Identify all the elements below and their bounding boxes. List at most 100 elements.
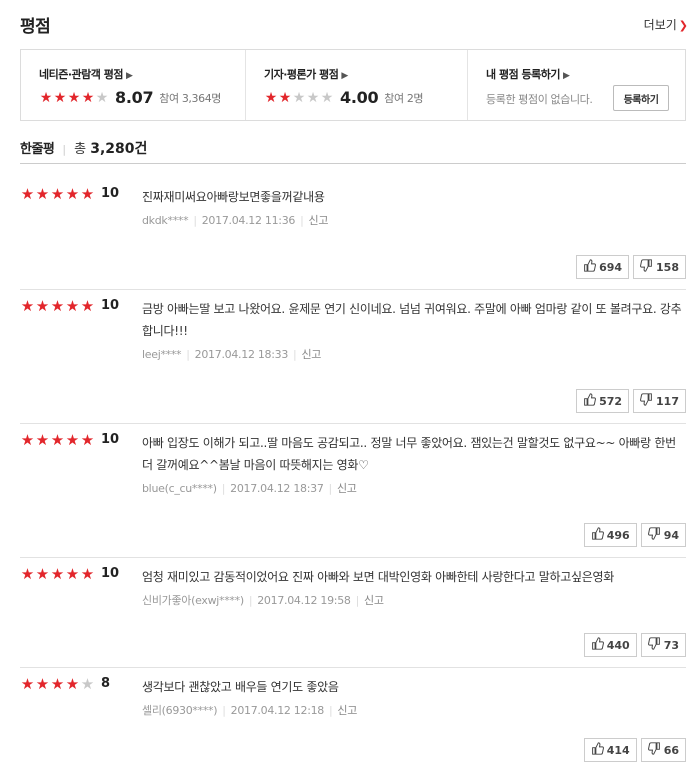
star-filled-icon: ★	[65, 430, 80, 449]
review-text: 아빠 입장도 이해가 되고..딸 마음도 공감되고.. 정말 너무 좋았어요. …	[142, 436, 676, 472]
thumbs-up-icon	[583, 393, 597, 409]
star-filled-icon: ★	[50, 184, 65, 203]
dislike-button[interactable]: 73	[640, 633, 686, 657]
dislike-count: 66	[663, 743, 679, 757]
review-author: 신비가좋아(exwj****)	[142, 594, 244, 607]
star-filled-icon: ★	[264, 89, 278, 106]
chevron-right-icon: ▶	[563, 71, 570, 81]
review-star-rating: ★ ★ ★ ★ ★ 10	[20, 298, 119, 313]
divider: |	[248, 594, 253, 607]
review-date: 2017.04.12 18:33	[194, 348, 289, 361]
star-empty-icon: ★	[306, 89, 320, 106]
dislike-button[interactable]: 158	[633, 255, 686, 279]
like-button[interactable]: 572	[576, 389, 630, 413]
register-rating-button[interactable]: 등록하기	[613, 85, 669, 111]
star-filled-icon: ★	[67, 89, 81, 106]
comment-count: 3,280건	[90, 141, 148, 157]
comment-count-bar: 한줄평 | 총 3,280건	[20, 138, 686, 164]
star-filled-icon: ★	[35, 674, 50, 693]
star-filled-icon: ★	[35, 564, 50, 583]
netizen-participants: 참여 3,364명	[159, 91, 222, 105]
like-button[interactable]: 496	[583, 523, 637, 547]
review-item: ★ ★ ★ ★ ★ 10 진짜재미써요아빠랑보면좋을꺼같내용 dkdk**** | 2017.04…	[20, 178, 686, 290]
star-filled-icon: ★	[80, 184, 95, 203]
review-score: 10	[101, 566, 120, 581]
thumbs-down-icon	[640, 393, 653, 409]
netizen-rating-title[interactable]: 네티즌·관람객 평점 ▶	[39, 66, 245, 82]
chevron-right-icon: ▶	[341, 71, 348, 81]
star-filled-icon: ★	[53, 89, 67, 106]
thumbs-down-icon	[647, 637, 661, 653]
review-meta: leej**** | 2017.04.12 18:33 | 신고	[142, 346, 686, 362]
star-filled-icon: ★	[50, 564, 65, 583]
dislike-count: 94	[663, 528, 679, 542]
review-date: 2017.04.12 19:58	[257, 594, 351, 607]
review-date: 2017.04.12 12:18	[230, 704, 325, 717]
star-filled-icon: ★	[35, 430, 50, 449]
star-empty-icon: ★	[95, 89, 109, 106]
dislike-button[interactable]: 117	[633, 389, 686, 413]
divider: |	[221, 482, 226, 495]
netizen-rating-label: 네티즌·관람객 평점	[39, 68, 123, 81]
review-score: 10	[101, 432, 120, 447]
review-star-rating: ★ ★ ★ ★ ★ 10	[20, 432, 119, 447]
review-score: 8	[101, 676, 111, 691]
like-button[interactable]: 440	[583, 633, 637, 657]
like-count: 440	[606, 638, 630, 652]
divider: |	[222, 704, 226, 717]
star-rating: ★ ★ ★ ★ ★	[264, 91, 334, 105]
divider: |	[328, 482, 333, 495]
like-button[interactable]: 694	[576, 255, 630, 279]
report-link[interactable]: 신고	[301, 348, 321, 361]
divider: |	[329, 704, 333, 717]
review-meta: 셀리(6930****) | 2017.04.12 12:18 | 신고	[142, 702, 686, 718]
star-filled-icon: ★	[39, 89, 53, 106]
star-filled-icon: ★	[278, 89, 292, 106]
review-text: 진짜재미써요아빠랑보면좋을꺼같내용	[142, 190, 325, 204]
dislike-count: 73	[663, 638, 679, 652]
critic-participants: 참여 2명	[384, 91, 424, 105]
critic-rating: 기자·평론가 평점 ▶ ★ ★ ★ ★ ★ 4.00 참여 2명	[245, 50, 467, 120]
divider: |	[186, 348, 190, 361]
review-date: 2017.04.12 11:36	[201, 214, 296, 227]
like-count: 414	[606, 743, 630, 757]
report-link[interactable]: 신고	[337, 482, 357, 495]
critic-rating-title[interactable]: 기자·평론가 평점 ▶	[264, 66, 467, 82]
dislike-count: 158	[656, 260, 679, 274]
report-link[interactable]: 신고	[364, 594, 384, 607]
star-empty-icon: ★	[320, 89, 334, 106]
comments-label: 한줄평	[20, 142, 55, 157]
star-filled-icon: ★	[65, 564, 80, 583]
divider: |	[293, 348, 297, 361]
star-filled-icon: ★	[20, 564, 35, 583]
thumbs-down-icon	[640, 259, 653, 275]
star-filled-icon: ★	[35, 296, 50, 315]
star-filled-icon: ★	[65, 296, 80, 315]
review-meta: blue(c_cu****) | 2017.04.12 18:37 | 신고	[142, 480, 686, 496]
thumbs-up-icon	[591, 637, 604, 653]
chevron-right-icon: ▶	[125, 71, 133, 81]
my-rating: 내 평점 등록하기 ▶ 등록한 평점이 없습니다. 등록하기	[467, 50, 685, 120]
netizen-score: 8.07	[115, 88, 154, 107]
star-filled-icon: ★	[80, 564, 95, 583]
thumbs-up-icon	[583, 259, 597, 275]
my-rating-title[interactable]: 내 평점 등록하기 ▶	[486, 66, 685, 82]
critic-rating-label: 기자·평론가 평점	[264, 68, 339, 81]
star-empty-icon: ★	[80, 674, 95, 693]
report-link[interactable]: 신고	[309, 214, 329, 227]
report-link[interactable]: 신고	[337, 704, 357, 717]
thumbs-down-icon	[647, 742, 661, 758]
more-label: 더보기	[643, 18, 677, 32]
more-link[interactable]: 더보기 ❯	[644, 16, 688, 33]
section-header: 평점 더보기 ❯	[20, 12, 688, 38]
divider: |	[193, 214, 197, 227]
star-rating: ★ ★ ★ ★ ★	[39, 91, 109, 105]
dislike-button[interactable]: 66	[640, 738, 686, 762]
star-filled-icon: ★	[50, 430, 65, 449]
star-filled-icon: ★	[20, 430, 35, 449]
review-text: 생각보다 괜찮았고 배우들 연기도 좋았음	[142, 680, 339, 694]
review-star-rating: ★ ★ ★ ★ ★ 8	[20, 676, 110, 691]
star-filled-icon: ★	[80, 296, 95, 315]
like-button[interactable]: 414	[583, 738, 637, 762]
dislike-button[interactable]: 94	[640, 523, 686, 547]
